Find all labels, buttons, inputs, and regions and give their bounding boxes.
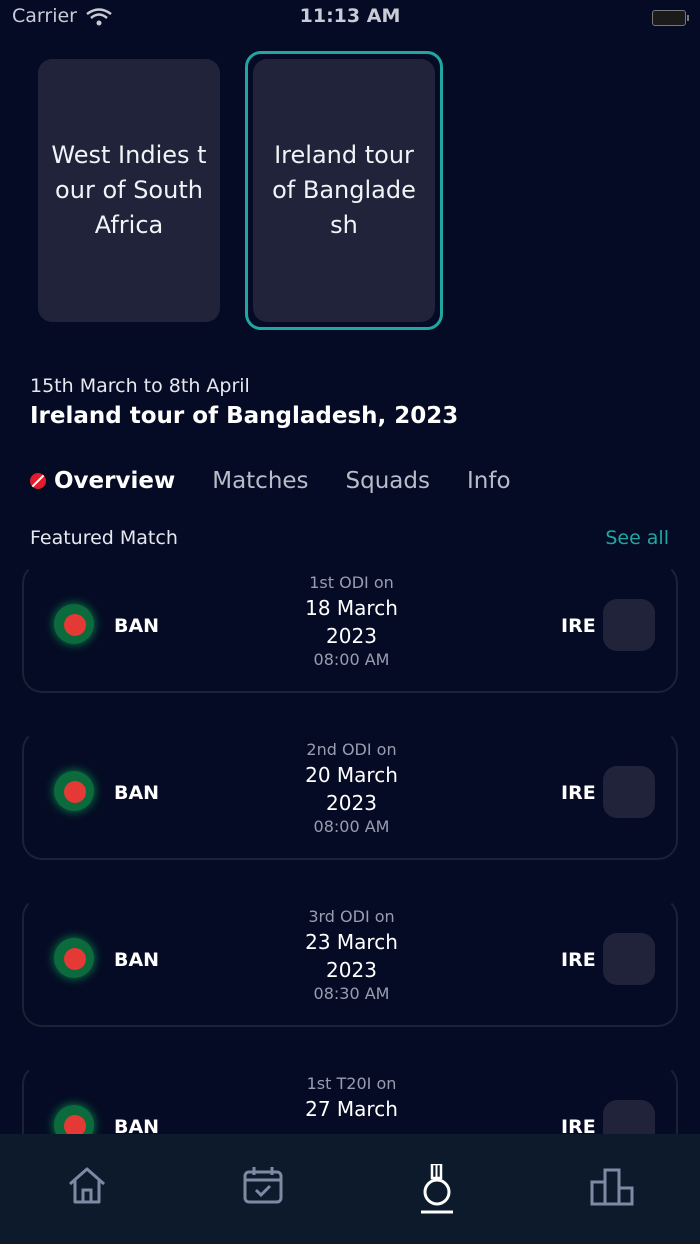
team-b-name: IRE [561,782,596,804]
status-time: 11:13 AM [299,5,401,27]
match-date: 20 March 2023 [305,763,398,815]
calendar-check-icon [243,1167,283,1204]
match-card[interactable]: BAN 1st ODI on 18 March 2023 08:00 AM IR… [22,563,678,693]
team-b-name: IRE [561,615,596,637]
tour-card-west-indies[interactable]: West Indies tour of South Africa [38,59,220,322]
match-info: 1st T20I on 27 March [244,1074,459,1123]
ireland-flag-icon [603,933,655,985]
ireland-flag-icon [603,599,655,651]
live-icon [30,473,46,489]
match-card[interactable]: BAN 2nd ODI on 20 March 2023 08:00 AM IR… [22,730,678,860]
team-a-name: BAN [114,949,160,971]
bangladesh-flag-icon [54,771,94,811]
leaderboard-icon [590,1168,634,1206]
tab-label: Overview [54,468,176,494]
team-a-name: BAN [114,615,160,637]
match-time: 08:30 AM [313,984,390,1003]
match-info: 3rd ODI on 23 March 2023 08:30 AM [244,907,459,1003]
match-label: 1st T20I on [306,1074,397,1093]
match-card[interactable]: BAN 3rd ODI on 23 March 2023 08:30 AM IR… [22,897,678,1027]
nav-rankings[interactable] [588,1164,638,1224]
page-title: Ireland tour of Bangladesh, 2023 [30,403,459,429]
status-bar: Carrier 11:13 AM [0,0,700,34]
cricket-icon [421,1164,453,1214]
battery-icon [652,10,689,26]
nav-home[interactable] [62,1164,112,1224]
tour-card-label: West Indies tour of South Africa [51,141,207,239]
nav-series[interactable] [412,1164,462,1224]
featured-match-label: Featured Match [30,527,178,549]
tour-card-ireland[interactable]: Ireland tour of Bangladesh [253,59,435,322]
match-label: 1st ODI on [309,573,394,592]
tab-bar: Overview Matches Squads Info [30,463,548,499]
match-date: 23 March 2023 [305,930,398,982]
tour-dates: 15th March to 8th April [30,375,250,397]
team-a-name: BAN [114,782,160,804]
tour-card-label: Ireland tour of Bangladesh [272,141,416,239]
match-date: 27 March [305,1097,398,1121]
see-all-link[interactable]: See all [605,527,669,549]
bangladesh-flag-icon [54,938,94,978]
tab-info[interactable]: Info [467,468,511,494]
team-b-name: IRE [561,949,596,971]
ireland-flag-icon [603,766,655,818]
match-time: 08:00 AM [313,650,390,669]
tab-overview[interactable]: Overview [30,468,175,494]
match-label: 3rd ODI on [308,907,395,926]
bottom-nav [0,1134,700,1244]
tab-matches[interactable]: Matches [212,468,308,494]
bangladesh-flag-icon [54,604,94,644]
match-date: 18 March 2023 [305,596,398,648]
tab-squads[interactable]: Squads [346,468,430,494]
match-label: 2nd ODI on [306,740,397,759]
match-time: 08:00 AM [313,817,390,836]
match-info: 1st ODI on 18 March 2023 08:00 AM [244,573,459,669]
match-info: 2nd ODI on 20 March 2023 08:00 AM [244,740,459,836]
nav-schedule[interactable] [238,1164,288,1224]
home-icon [69,1167,105,1204]
